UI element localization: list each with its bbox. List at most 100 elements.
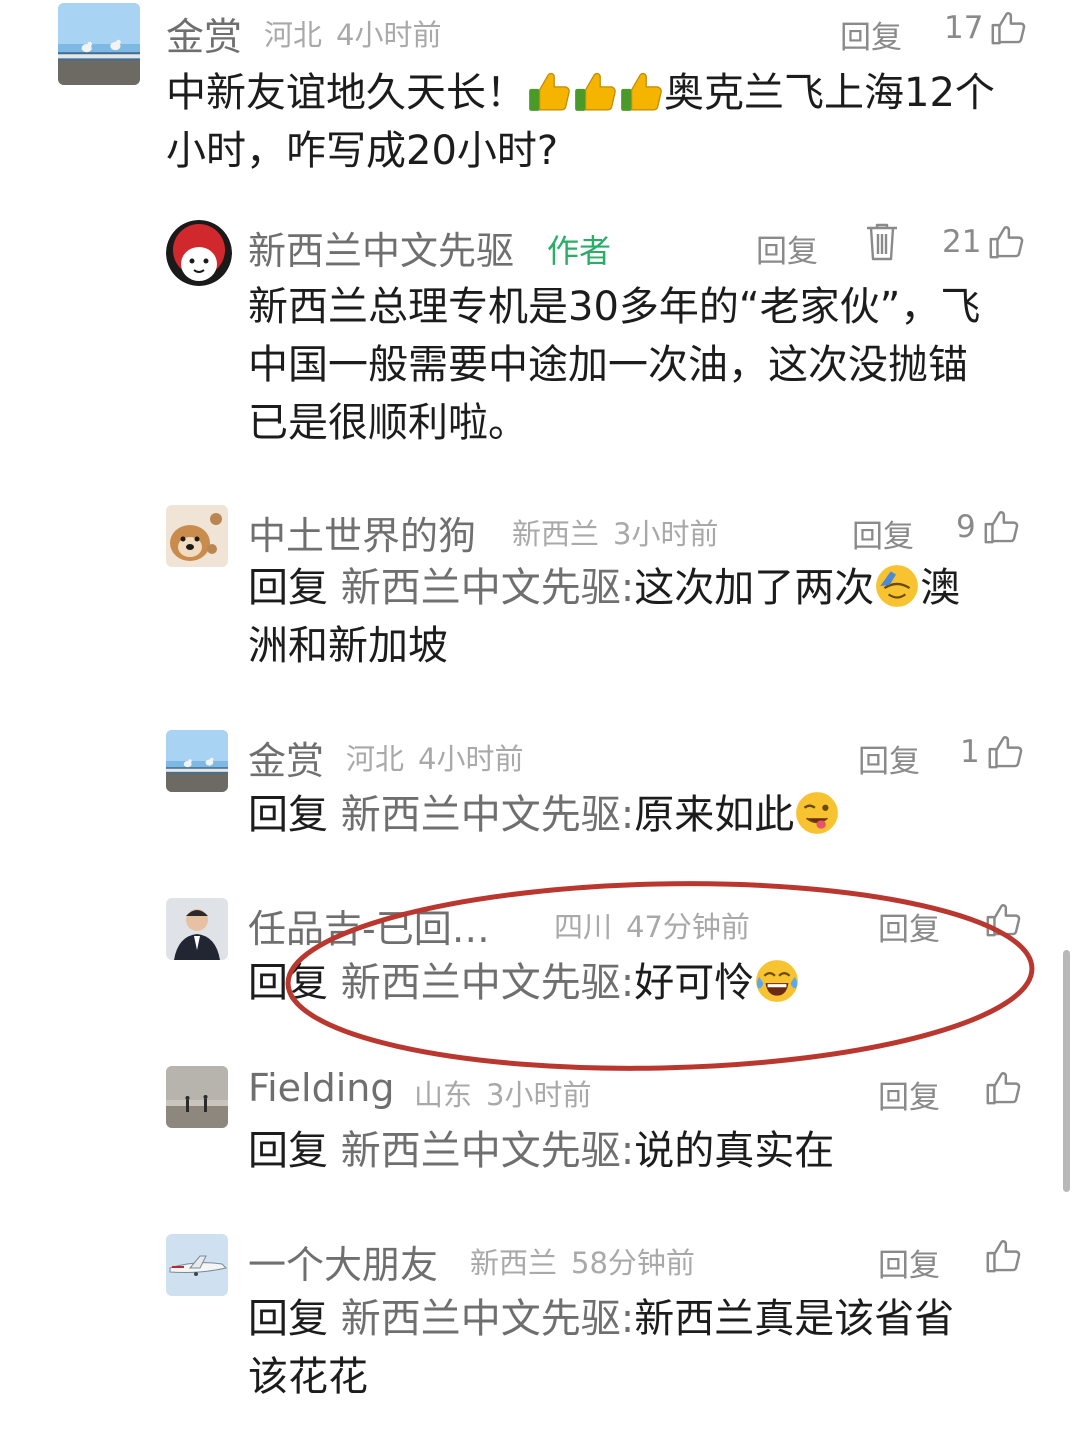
like-count: 21 — [942, 224, 982, 260]
comment-item: 新西兰中文先驱 作者 回复 21 新西兰总理专机是30多年的“老家伙”，飞 中国… — [0, 210, 1080, 470]
reply-prefix: 回复 — [248, 565, 328, 611]
comment-text-part: 中新友谊地久天长！ — [166, 70, 526, 116]
avatar[interactable] — [166, 1066, 228, 1128]
thumbs-up-icon — [982, 508, 1020, 546]
thumbs-up-emoji — [526, 68, 572, 114]
comment-time: 58分钟前 — [571, 1246, 695, 1280]
avatar[interactable] — [166, 898, 228, 960]
commenter-name[interactable]: 金赏 — [166, 6, 242, 61]
reply-target[interactable]: 新西兰中文先驱: — [341, 1296, 634, 1342]
comment-location: 新西兰 — [470, 1246, 558, 1280]
comment-location: 河北 — [264, 18, 323, 52]
comment-location: 新西兰 — [512, 517, 600, 551]
reply-target[interactable]: 新西兰中文先驱: — [341, 1128, 634, 1174]
comment-meta: 山东 3小时前 — [414, 1072, 591, 1114]
reply-target[interactable]: 新西兰中文先驱: — [341, 565, 634, 611]
reply-prefix: 回复 — [248, 1296, 328, 1342]
author-avatar[interactable] — [166, 220, 232, 286]
comment-meta: 新西兰 3小时前 — [512, 511, 718, 553]
comment-text-part: 原来如此 — [634, 792, 795, 838]
like-count: 1 — [960, 734, 980, 770]
comment-time: 3小时前 — [613, 517, 719, 551]
commenter-name[interactable]: 中土世界的狗 — [248, 505, 476, 560]
avatar[interactable] — [166, 1234, 228, 1296]
comment-text: 回复 新西兰中文先驱:原来如此 — [248, 786, 1028, 844]
reply-target[interactable]: 新西兰中文先驱: — [341, 792, 634, 838]
comment-text-part: 奥克兰飞上海12个 — [664, 70, 995, 116]
like-button[interactable]: 21 — [942, 222, 1025, 262]
like-button[interactable] — [984, 900, 1022, 940]
comment-meta: 河北 4小时前 — [346, 736, 523, 778]
reply-prefix: 回复 — [248, 1128, 328, 1174]
scrollbar[interactable] — [1063, 950, 1070, 1192]
thumbs-up-icon — [989, 9, 1027, 47]
comment-text: 回复 新西兰中文先驱:新西兰真是该省省 该花花 — [248, 1290, 1028, 1406]
reply-button[interactable]: 回复 — [756, 226, 818, 271]
comment-text: 回复 新西兰中文先驱:说的真实在 — [248, 1122, 1028, 1180]
avatar[interactable] — [58, 3, 140, 85]
comment-meta: 新西兰 58分钟前 — [470, 1240, 695, 1282]
commenter-name[interactable]: 新西兰中文先驱 — [248, 220, 514, 275]
like-button[interactable] — [984, 1068, 1022, 1108]
comment-text-part: 这次加了两次 — [634, 565, 875, 611]
comment-time: 3小时前 — [486, 1078, 592, 1112]
reply-button[interactable]: 回复 — [878, 904, 940, 949]
comment-text: 中新友谊地久天长！ 奥克兰飞上海12个小时，咋写成20小时? — [166, 64, 1036, 180]
comment-location: 四川 — [554, 910, 613, 944]
comment-text: 回复 新西兰中文先驱:好可怜 — [248, 954, 1028, 1012]
commenter-name[interactable]: 金赏 — [248, 730, 324, 785]
thumbs-up-emoji — [572, 68, 618, 114]
reply-button[interactable]: 回复 — [840, 12, 902, 57]
like-button[interactable] — [984, 1236, 1022, 1276]
wink-tongue-emoji — [794, 790, 840, 836]
avatar[interactable] — [166, 505, 228, 567]
author-badge: 作者 — [547, 232, 612, 270]
reply-prefix: 回复 — [248, 960, 328, 1006]
like-count: 17 — [944, 10, 984, 46]
comment-text: 新西兰总理专机是30多年的“老家伙”，飞 中国一般需要中途加一次油，这次没抛锚 … — [248, 278, 1028, 452]
like-button[interactable]: 17 — [944, 8, 1027, 48]
thumbs-up-icon — [984, 1069, 1022, 1107]
comment-meta: 四川 47分钟前 — [554, 904, 750, 946]
comment-time: 4小时前 — [418, 742, 524, 776]
commenter-name[interactable]: 一个大朋友 — [248, 1234, 438, 1289]
tears-of-joy-emoji — [754, 958, 800, 1004]
trash-icon[interactable] — [864, 222, 900, 266]
reply-prefix: 回复 — [248, 792, 328, 838]
comment-location: 河北 — [346, 742, 405, 776]
commenter-name[interactable]: 任品吉-已回… — [248, 898, 490, 953]
reply-button[interactable]: 回复 — [858, 736, 920, 781]
comment-item: 一个大朋友 新西兰 58分钟前 回复 回复 新西兰中文先驱:新西兰真是该省省 该花… — [0, 1226, 1080, 1426]
avatar[interactable] — [166, 730, 228, 792]
comment-text-part: 新西兰总理专机是30多年的“老家伙”，飞 — [248, 284, 981, 330]
thumbs-up-emoji — [618, 68, 664, 114]
comment-time: 47分钟前 — [626, 910, 750, 944]
comment-text-part: 该花花 — [248, 1354, 368, 1400]
comment-time: 4小时前 — [336, 18, 442, 52]
thumbs-up-icon — [987, 223, 1025, 261]
thumbs-up-icon — [986, 733, 1024, 771]
reply-button[interactable]: 回复 — [878, 1072, 940, 1117]
reply-target[interactable]: 新西兰中文先驱: — [341, 960, 634, 1006]
comment-text-part: 好可怜 — [634, 960, 755, 1006]
comment-text-part: 中国一般需要中途加一次油，这次没抛锚 — [248, 342, 968, 388]
comment-text-part: 洲和新加坡 — [248, 623, 448, 669]
comment-item: 任品吉-已回… 四川 47分钟前 回复 回复 新西兰中文先驱:好可怜 — [0, 888, 1080, 1038]
comment-item: 中土世界的狗 新西兰 3小时前 回复 9 回复 新西兰中文先驱:这次加了两次澳 洲… — [0, 495, 1080, 695]
comment-text-part: 新西兰真是该省省 — [634, 1296, 955, 1342]
like-button[interactable]: 1 — [960, 732, 1024, 772]
comment-item: Fielding 山东 3小时前 回复 回复 新西兰中文先驱:说的真实在 — [0, 1058, 1080, 1208]
comment-text-part: 小时，咋写成20小时? — [166, 128, 559, 174]
commenter-name[interactable]: Fielding — [248, 1066, 394, 1110]
comment-item: 金赏 河北 4小时前 回复 17 中新友谊地久天长！ 奥克兰飞上海12个小时，咋写成… — [0, 0, 1080, 200]
comment-text-part: 说的真实在 — [634, 1128, 835, 1174]
thumbs-up-icon — [984, 901, 1022, 939]
reply-button[interactable]: 回复 — [878, 1240, 940, 1285]
comment-text-part: 已是很顺利啦。 — [248, 400, 528, 446]
reply-button[interactable]: 回复 — [852, 511, 914, 556]
comment-text: 回复 新西兰中文先驱:这次加了两次澳 洲和新加坡 — [248, 559, 1028, 675]
comment-meta: 河北 4小时前 — [264, 12, 441, 54]
like-button[interactable]: 9 — [956, 507, 1020, 547]
comment-text-part: 澳 — [920, 565, 961, 611]
thumbs-up-icon — [984, 1237, 1022, 1275]
